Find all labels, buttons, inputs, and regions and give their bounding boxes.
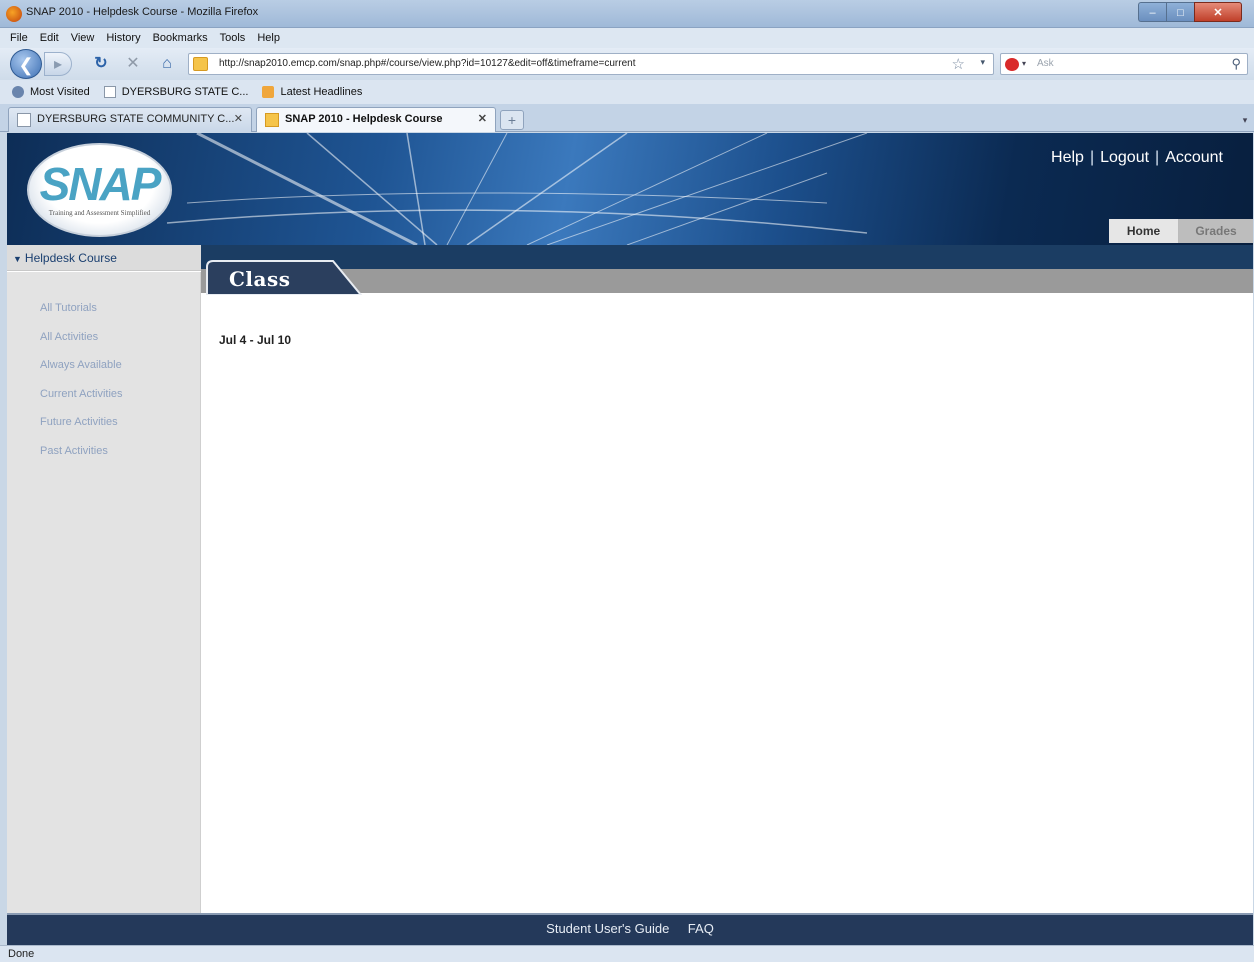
- bookmark-label: Latest Headlines: [280, 86, 363, 98]
- top-links: Help | Logout | Account: [1051, 149, 1223, 167]
- sidebar-item-all-tutorials[interactable]: All Tutorials: [40, 302, 97, 314]
- student-guide-link[interactable]: Student User's Guide: [546, 915, 669, 943]
- list-all-tabs-button[interactable]: ▾: [1238, 110, 1252, 130]
- page-footer: Student User's Guide FAQ: [7, 913, 1253, 945]
- tab-bar: DYERSBURG STATE COMMUNITY C... ✕ SNAP 20…: [0, 104, 1254, 132]
- window-controls: – □ ✕: [1138, 2, 1248, 22]
- search-engine-dropdown-icon[interactable]: ▾: [1022, 59, 1026, 68]
- tab-grades[interactable]: Grades: [1179, 219, 1253, 243]
- menu-history[interactable]: History: [106, 32, 140, 44]
- page-icon: [103, 86, 116, 98]
- menu-edit[interactable]: Edit: [40, 32, 59, 44]
- tab-label: DYERSBURG STATE COMMUNITY C...: [37, 113, 235, 125]
- course-menu-toggle[interactable]: ▼ Helpdesk Course: [7, 245, 201, 271]
- back-arrow-icon: ❮: [18, 55, 34, 75]
- tab-home[interactable]: Home: [1109, 219, 1179, 243]
- week-date-range: Jul 4 - Jul 10: [219, 333, 292, 347]
- tab-snap-helpdesk[interactable]: SNAP 2010 - Helpdesk Course ✕: [256, 107, 496, 132]
- minimize-button[interactable]: –: [1138, 2, 1166, 22]
- forward-arrow-icon: ▸: [53, 56, 63, 73]
- browser-window: SNAP 2010 - Helpdesk Course - Mozilla Fi…: [0, 0, 1254, 962]
- search-engine-icon[interactable]: [1005, 58, 1019, 71]
- navigation-toolbar: ❮ ▸ ↻ ✕ ⌂ http://snap2010.emcp.com/snap.…: [0, 48, 1254, 80]
- site-favicon-icon: [193, 57, 208, 71]
- bookmark-latest-headlines[interactable]: Latest Headlines: [262, 86, 362, 98]
- close-window-button[interactable]: ✕: [1194, 2, 1242, 22]
- window-title: SNAP 2010 - Helpdesk Course - Mozilla Fi…: [26, 6, 259, 18]
- status-text: Done: [8, 948, 35, 960]
- bookmarks-toolbar: Most Visited DYERSBURG STATE C... Latest…: [0, 80, 1254, 104]
- bookmark-most-visited[interactable]: Most Visited: [12, 86, 90, 98]
- sidebar: All Tutorials All Activities Always Avai…: [7, 272, 201, 913]
- sidebar-item-always-available[interactable]: Always Available: [40, 359, 122, 371]
- plus-icon: +: [507, 112, 517, 128]
- url-text[interactable]: http://snap2010.emcp.com/snap.php#/cours…: [219, 58, 635, 69]
- menu-bar: File Edit View History Bookmarks Tools H…: [0, 28, 1254, 48]
- firefox-icon: [6, 6, 22, 22]
- course-name: Helpdesk Course: [24, 251, 117, 265]
- tab-dyersburg[interactable]: DYERSBURG STATE COMMUNITY C... ✕: [8, 107, 252, 132]
- sidebar-item-future-activities[interactable]: Future Activities: [40, 416, 118, 428]
- home-icon: ⌂: [162, 55, 172, 72]
- account-link[interactable]: Account: [1165, 149, 1223, 167]
- menu-view[interactable]: View: [71, 32, 95, 44]
- stop-icon: ✕: [126, 55, 140, 72]
- triangle-down-icon: ▼: [13, 254, 22, 264]
- close-tab-icon[interactable]: ✕: [478, 108, 487, 131]
- bookmark-dyersburg[interactable]: DYERSBURG STATE C...: [103, 86, 249, 98]
- back-button[interactable]: ❮: [10, 49, 42, 79]
- title-bar: SNAP 2010 - Helpdesk Course - Mozilla Fi…: [0, 0, 1254, 28]
- reload-button[interactable]: ↻: [90, 52, 112, 76]
- home-button[interactable]: ⌂: [154, 52, 180, 76]
- bookmark-star-icon[interactable]: ☆: [952, 55, 965, 73]
- menu-file[interactable]: File: [10, 32, 28, 44]
- menu-bookmarks[interactable]: Bookmarks: [153, 32, 208, 44]
- site-favicon-icon: [265, 113, 279, 127]
- sidebar-item-current-activities[interactable]: Current Activities: [40, 388, 123, 400]
- bookmark-label: Most Visited: [30, 86, 90, 98]
- search-bar[interactable]: ▾ Ask ⚲: [1000, 53, 1248, 75]
- search-icon[interactable]: ⚲: [1231, 56, 1241, 72]
- status-bar: Done: [0, 945, 1254, 962]
- link-separator: |: [1155, 149, 1160, 166]
- logo-word: SNAP: [39, 158, 162, 210]
- stop-button[interactable]: ✕: [122, 52, 144, 76]
- link-separator: |: [1089, 149, 1095, 166]
- faq-link[interactable]: FAQ: [688, 915, 714, 943]
- menu-tools[interactable]: Tools: [220, 32, 246, 44]
- header-banner: SNAP Training and Assessment Simplified …: [7, 133, 1253, 245]
- tab-label: SNAP 2010 - Helpdesk Course: [285, 113, 443, 125]
- chevron-down-icon: ▾: [1242, 115, 1248, 125]
- forward-button[interactable]: ▸: [44, 52, 72, 76]
- url-bar[interactable]: http://snap2010.emcp.com/snap.php#/cours…: [188, 53, 994, 75]
- url-dropdown-icon[interactable]: ▾: [980, 57, 985, 68]
- new-tab-button[interactable]: +: [500, 110, 524, 130]
- main-nav-tabs: Home Grades: [1109, 219, 1253, 243]
- maximize-button[interactable]: □: [1166, 2, 1194, 22]
- rss-feed-icon: [262, 86, 275, 98]
- search-input[interactable]: Ask: [1037, 58, 1054, 69]
- snap-logo[interactable]: SNAP Training and Assessment Simplified: [27, 143, 172, 237]
- page-icon: [17, 113, 31, 127]
- section-title: Class: [229, 267, 291, 291]
- sidebar-item-all-activities[interactable]: All Activities: [40, 331, 98, 343]
- most-visited-icon: [12, 86, 24, 98]
- sidebar-item-past-activities[interactable]: Past Activities: [40, 445, 108, 457]
- page-content: SNAP Training and Assessment Simplified …: [7, 133, 1253, 945]
- logo-tagline: Training and Assessment Simplified: [48, 209, 151, 217]
- bookmark-label: DYERSBURG STATE C...: [121, 86, 249, 98]
- menu-help[interactable]: Help: [257, 32, 280, 44]
- close-tab-icon[interactable]: ✕: [234, 108, 243, 131]
- reload-icon: ↻: [94, 55, 108, 72]
- logout-link[interactable]: Logout: [1100, 149, 1149, 167]
- help-link[interactable]: Help: [1051, 149, 1084, 167]
